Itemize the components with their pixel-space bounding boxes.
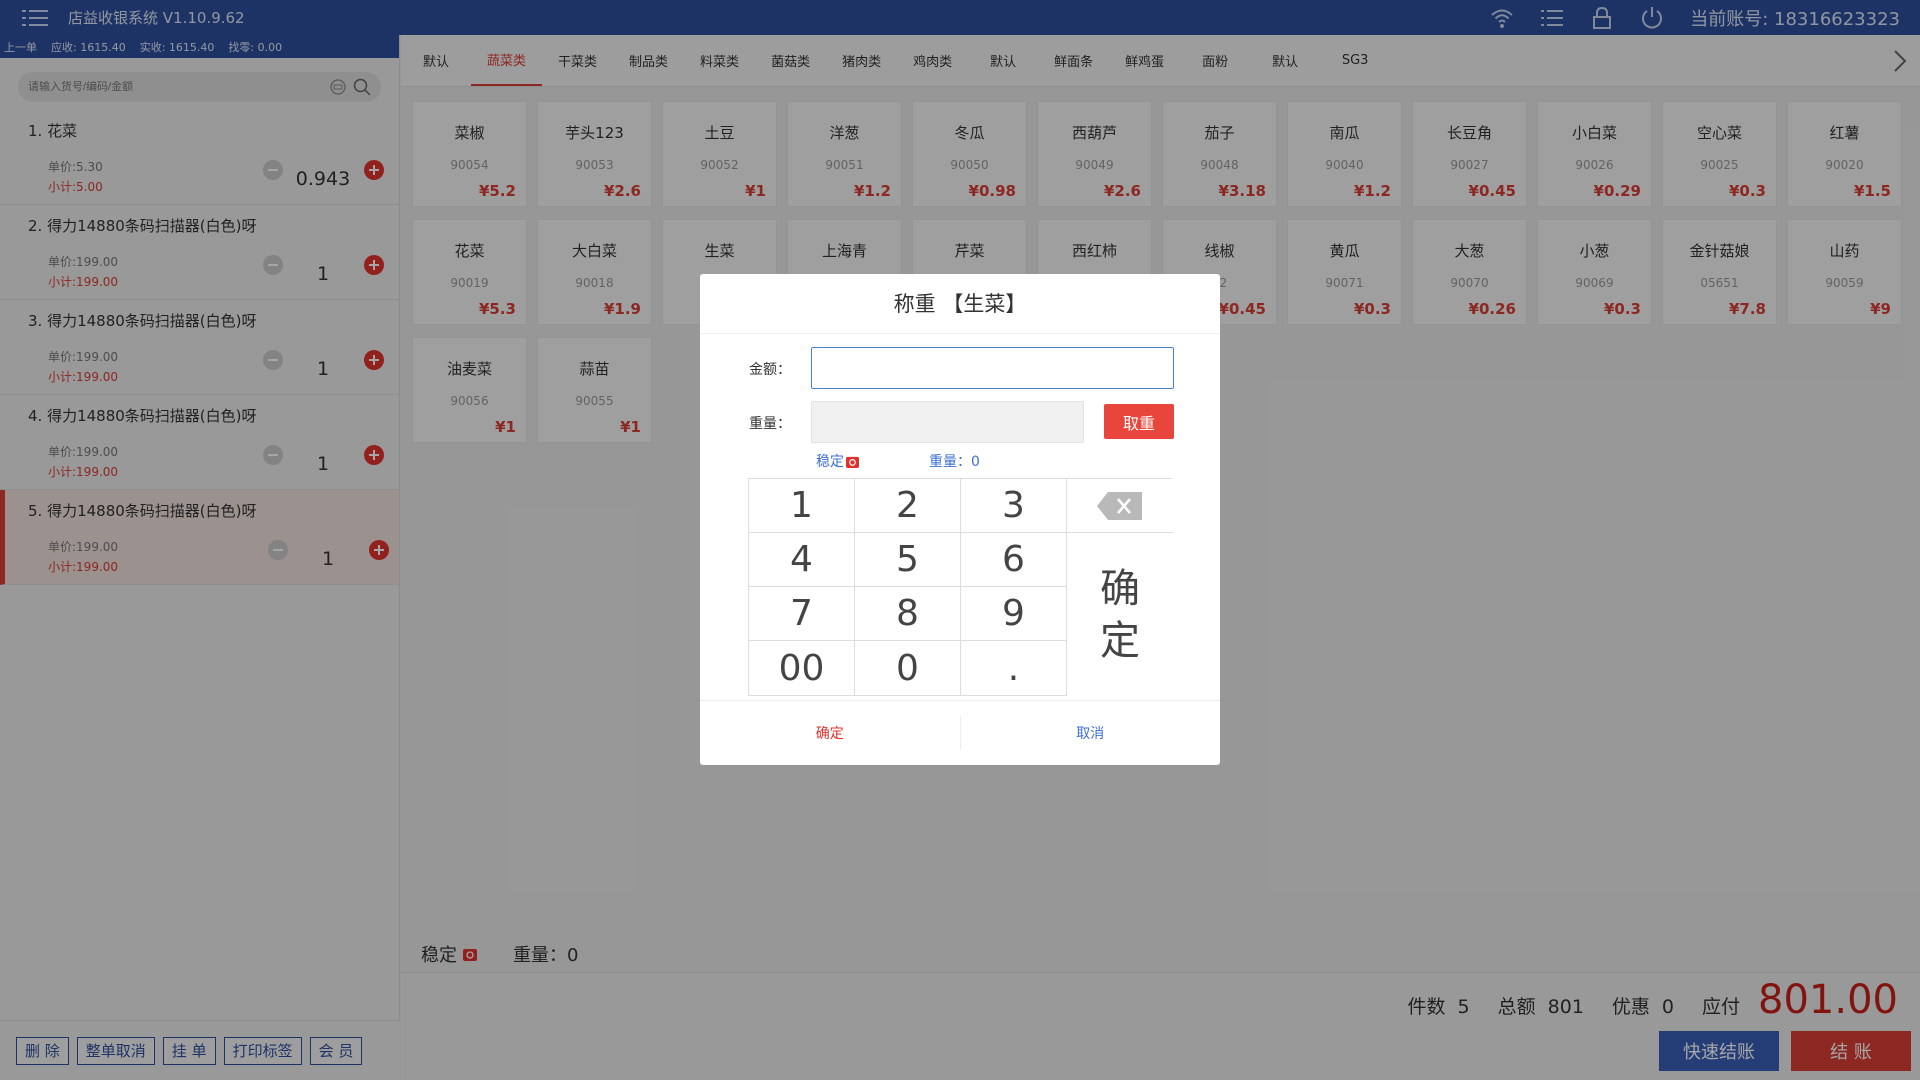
dialog-footer: 确定 取消 (700, 700, 1220, 765)
stable-indicator: 稳定 (816, 451, 859, 471)
backspace-icon (1097, 491, 1142, 520)
cancel-button[interactable]: 取消 (961, 701, 1221, 765)
key-8[interactable]: 8 (855, 587, 961, 641)
key-9[interactable]: 9 (961, 587, 1067, 641)
key-5[interactable]: 5 (855, 533, 961, 587)
confirm-button[interactable]: 确定 (700, 716, 961, 750)
key-6[interactable]: 6 (961, 533, 1067, 587)
numeric-keypad: 1 2 3 4 5 6 7 8 9 00 0 . 确 定 (748, 478, 1173, 696)
tare-button[interactable]: 取重 (1104, 404, 1174, 439)
dialog-title: 称重 【生菜】 (700, 274, 1220, 334)
backspace-key[interactable] (1067, 479, 1173, 533)
weigh-dialog: 称重 【生菜】 金额： 重量： 取重 稳定 重量：0 1 2 3 4 5 6 7… (700, 274, 1220, 765)
key-7[interactable]: 7 (749, 587, 855, 641)
dialog-weight-status: 重量：0 (929, 454, 980, 470)
weight-input[interactable] (811, 401, 1084, 443)
key-2[interactable]: 2 (855, 479, 961, 533)
amount-input[interactable] (811, 347, 1174, 389)
key-decimal[interactable]: . (961, 641, 1067, 695)
key-0[interactable]: 0 (855, 641, 961, 695)
amount-label: 金额： (749, 362, 791, 378)
key-00[interactable]: 00 (749, 641, 855, 695)
weight-label: 重量： (749, 416, 791, 432)
key-4[interactable]: 4 (749, 533, 855, 587)
confirm-char-2: 定 (1100, 617, 1140, 664)
keypad-confirm-key[interactable]: 确 定 (1067, 533, 1173, 696)
key-1[interactable]: 1 (749, 479, 855, 533)
key-3[interactable]: 3 (961, 479, 1067, 533)
confirm-char-1: 确 (1100, 565, 1140, 612)
scale-icon (846, 456, 859, 468)
stable-text: 稳定 (816, 454, 844, 470)
